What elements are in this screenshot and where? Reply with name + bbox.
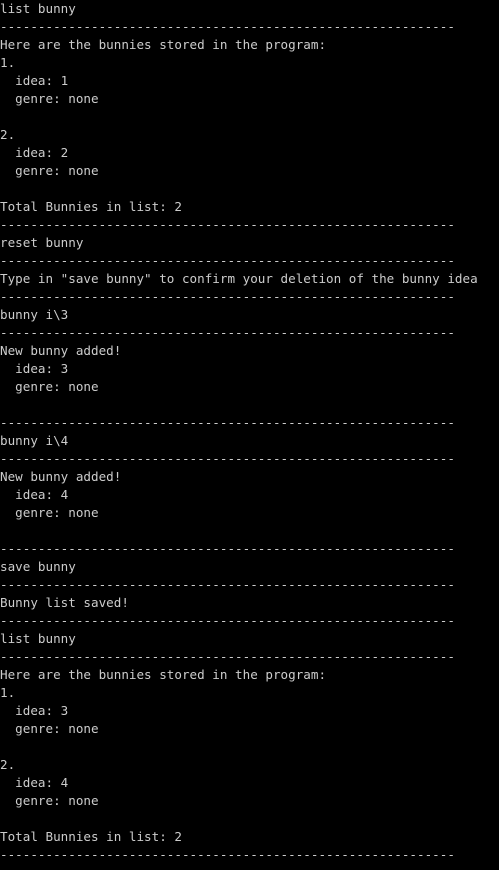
console-line: idea: 4 bbox=[0, 487, 69, 502]
console-line: Here are the bunnies stored in the progr… bbox=[0, 37, 327, 52]
console-line: ----------------------------------------… bbox=[0, 253, 455, 268]
console-line: Type in "save bunny" to confirm your del… bbox=[0, 271, 478, 286]
console-line: idea: 3 bbox=[0, 703, 69, 718]
console-line: ----------------------------------------… bbox=[0, 451, 455, 466]
console-line: save bunny bbox=[0, 559, 76, 574]
console-line: 1. bbox=[0, 685, 16, 700]
console-line: ----------------------------------------… bbox=[0, 649, 455, 664]
console-line: ----------------------------------------… bbox=[0, 415, 455, 430]
console-line: genre: none bbox=[0, 721, 99, 736]
console-line: genre: none bbox=[0, 793, 99, 808]
console-line: genre: none bbox=[0, 505, 99, 520]
console-line: Bunny list saved! bbox=[0, 595, 129, 610]
console-line: genre: none bbox=[0, 163, 99, 178]
console-line: New bunny added! bbox=[0, 469, 122, 484]
console-line: Here are the bunnies stored in the progr… bbox=[0, 667, 327, 682]
console-line: 1. bbox=[0, 55, 16, 70]
console-line: ----------------------------------------… bbox=[0, 847, 455, 862]
console-line: ----------------------------------------… bbox=[0, 19, 455, 34]
console-line: Total Bunnies in list: 2 bbox=[0, 199, 182, 214]
console-output[interactable]: list bunny ------------------------------… bbox=[0, 0, 499, 870]
console-line: ----------------------------------------… bbox=[0, 289, 455, 304]
console-line: Total Bunnies in list: 2 bbox=[0, 829, 182, 844]
console-line: ----------------------------------------… bbox=[0, 325, 455, 340]
console-line: bunny i\4 bbox=[0, 433, 69, 448]
console-line: idea: 4 bbox=[0, 775, 69, 790]
console-line: 2. bbox=[0, 127, 16, 142]
console-line: list bunny bbox=[0, 1, 76, 16]
console-line: idea: 1 bbox=[0, 73, 69, 88]
console-line: bunny i\3 bbox=[0, 307, 69, 322]
console-line: ----------------------------------------… bbox=[0, 541, 455, 556]
console-line: genre: none bbox=[0, 91, 99, 106]
console-line: idea: 3 bbox=[0, 361, 69, 376]
console-line: ----------------------------------------… bbox=[0, 613, 455, 628]
console-line: genre: none bbox=[0, 379, 99, 394]
console-line: ----------------------------------------… bbox=[0, 217, 455, 232]
console-line: 2. bbox=[0, 757, 16, 772]
console-line: reset bunny bbox=[0, 235, 84, 250]
console-line: ----------------------------------------… bbox=[0, 577, 455, 592]
console-line: list bunny bbox=[0, 631, 76, 646]
console-line: idea: 2 bbox=[0, 145, 69, 160]
console-line: New bunny added! bbox=[0, 343, 122, 358]
